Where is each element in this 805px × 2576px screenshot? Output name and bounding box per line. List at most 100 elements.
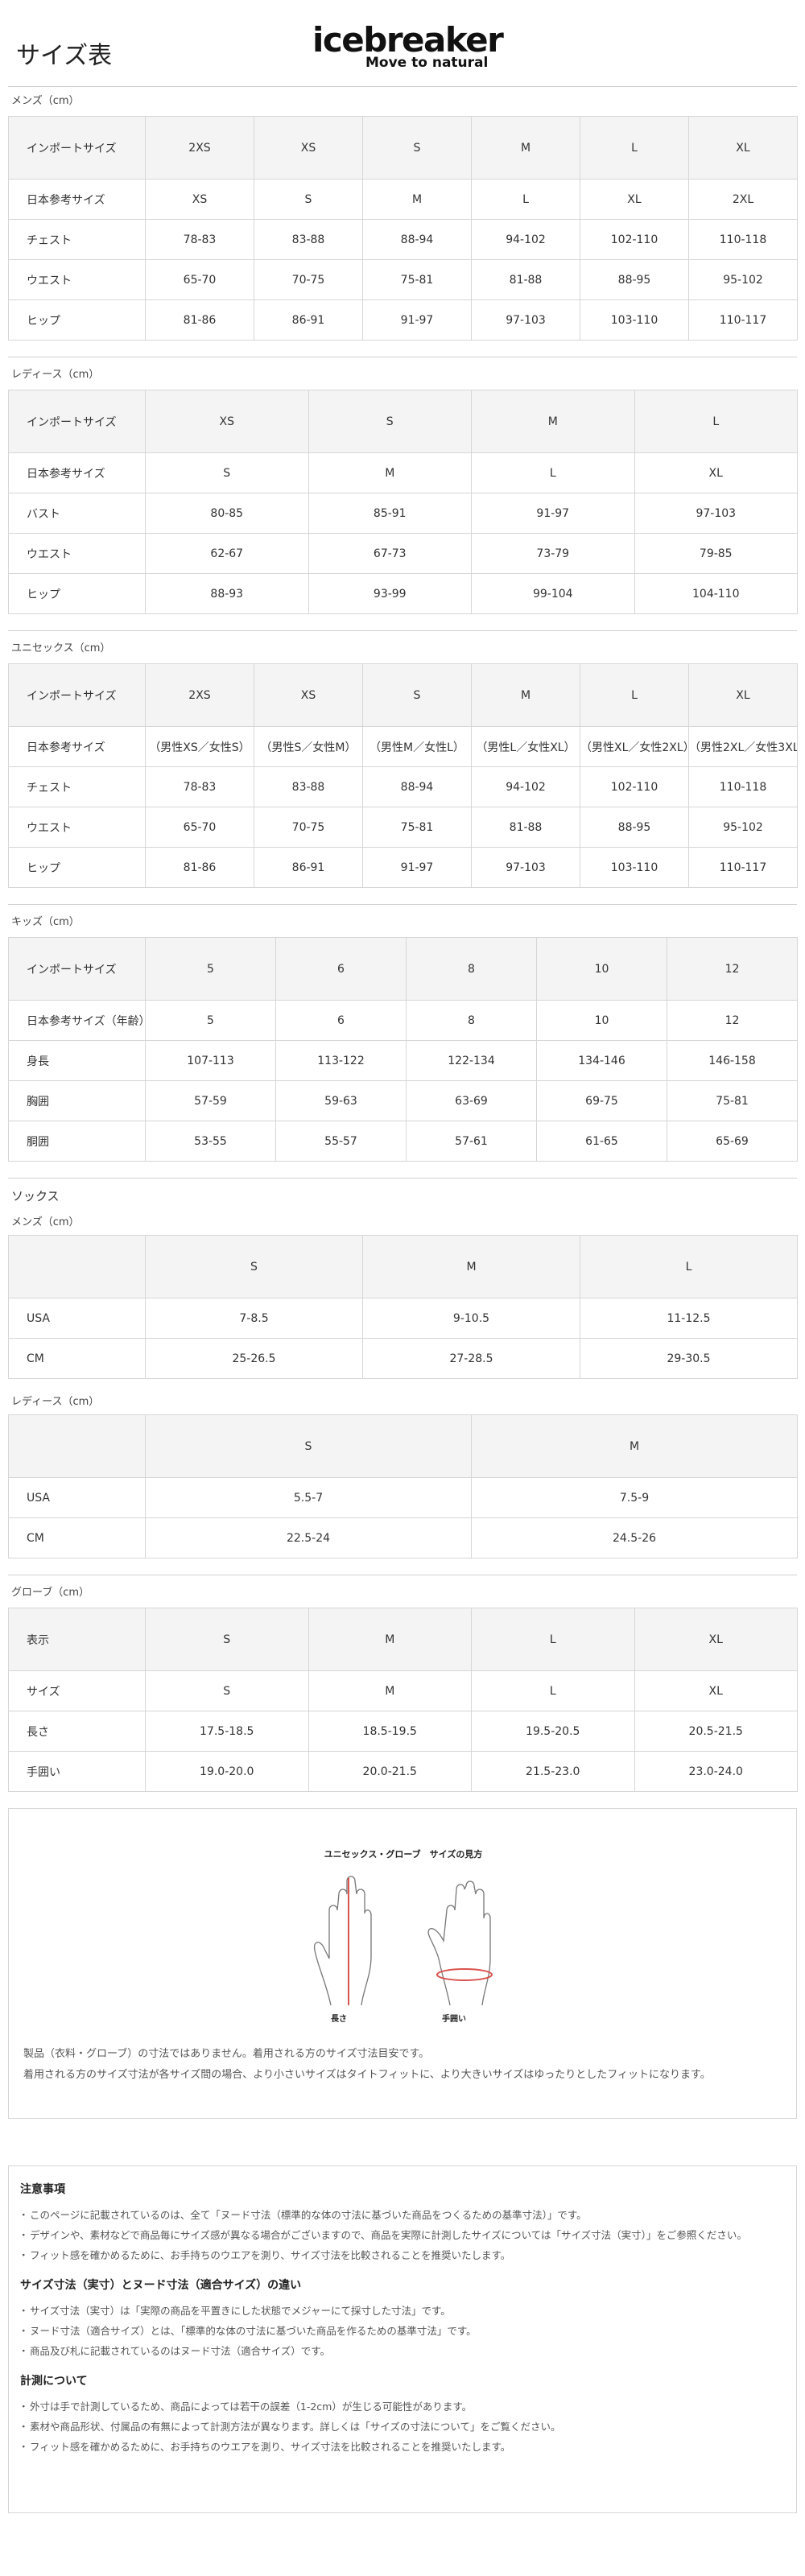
measurement-cell: M xyxy=(362,179,472,220)
header-size-cell: S xyxy=(145,1608,309,1671)
header-size-cell: XS xyxy=(145,390,309,453)
row-label: ウエスト xyxy=(8,259,146,300)
row-label: 身長 xyxy=(8,1040,146,1081)
measurement-cell: 24.5-26 xyxy=(471,1517,798,1558)
measurement-cell: 5.5-7 xyxy=(145,1477,472,1518)
header-size-cell: 2XS xyxy=(145,663,254,727)
measurement-cell: 91-97 xyxy=(471,493,635,534)
note-item: 外寸は手で計測しているため、商品によっては若干の誤差（1-2cm）が生じる可能性… xyxy=(19,2396,785,2417)
socks-ladies-header-row: SM xyxy=(8,1414,798,1478)
glove-illustration-title: ユニセックス・グローブ サイズの見方 xyxy=(324,1849,483,1860)
notes-heading-difference: サイズ寸法（実寸）とヌード寸法（適合サイズ）の違い xyxy=(20,2279,302,2292)
measurement-cell: 88-93 xyxy=(145,573,309,614)
measurement-cell: 102-110 xyxy=(580,766,689,807)
measurement-cell: 17.5-18.5 xyxy=(145,1711,309,1752)
measurement-cell: 69-75 xyxy=(536,1080,667,1121)
measurement-cell: 113-122 xyxy=(275,1040,407,1081)
mens-size-table: インポートサイズ 2XS XS S M L XL 日本参考サイズ XS S M L XL 2XL チェスト 7… xyxy=(8,116,798,341)
table-row: 日本参考サイズ XS S M L XL 2XL xyxy=(8,179,798,220)
header-size-cell: M xyxy=(471,1414,798,1478)
size-chart-page: サイズ表 icebreaker Move to natural メンズ（cm） … xyxy=(0,0,805,2513)
header-row-label: インポートサイズ xyxy=(8,390,146,453)
measurement-cell: （男性S／女性M） xyxy=(254,726,363,767)
note-item: サイズ寸法（実寸）は「実際の商品を平置きにした状態でメジャーにて採寸した寸法」で… xyxy=(19,2301,785,2321)
measurement-cell: 88-95 xyxy=(580,259,689,300)
row-label: 日本参考サイズ（年齢） xyxy=(8,1000,146,1041)
header-size-cell: XS xyxy=(254,116,363,180)
measurement-cell: 10 xyxy=(536,1000,667,1041)
socks-mens-header-row: SML xyxy=(8,1235,798,1298)
measurement-cell: 11-12.5 xyxy=(580,1298,798,1339)
measurement-cell: 88-94 xyxy=(362,766,472,807)
note-item: 商品及び札に記載されているのはヌード寸法（適合サイズ）です。 xyxy=(19,2341,785,2361)
measurement-cell: 85-91 xyxy=(308,493,472,534)
header-size-cell: XS xyxy=(254,663,363,727)
table-row: 身長 107-113 113-122 122-134 134-146 146-158 xyxy=(8,1040,798,1081)
table-row: ヒップ 88-93 93-99 99-104 104-110 xyxy=(8,573,798,614)
measurement-cell: L xyxy=(471,1670,635,1711)
measurement-cell: 91-97 xyxy=(362,847,472,888)
measurement-cell: 110-118 xyxy=(688,219,798,260)
notes-heading-measuring: 計測について xyxy=(20,2375,88,2388)
page-header: サイズ表 icebreaker Move to natural xyxy=(8,0,797,87)
header-size-cell: XL xyxy=(688,116,798,180)
header-row-label xyxy=(8,1235,146,1298)
header-size-cell: 12 xyxy=(667,937,798,1001)
measurement-cell: 7.5-9 xyxy=(471,1477,798,1518)
measurement-cell: （男性L／女性XL） xyxy=(471,726,580,767)
measurement-cell: 65-70 xyxy=(145,807,254,848)
mens-section-label: メンズ（cm） xyxy=(11,95,80,107)
measurement-cell: （男性2XL／女性3XL） xyxy=(688,726,798,767)
measurement-cell: 95-102 xyxy=(688,259,798,300)
note-item: 素材や商品形状、付属品の有無によって計測方法が異なります。詳しくは「サイズの寸法… xyxy=(19,2417,785,2437)
table-row: 日本参考サイズ （男性XS／女性S） （男性S／女性M） （男性M／女性L） （男性L／… xyxy=(8,726,798,767)
gloves-section-label: グローブ（cm） xyxy=(11,1587,90,1599)
header-size-cell: M xyxy=(471,390,635,453)
measurement-cell: S xyxy=(145,452,309,493)
measurement-cell: 81-88 xyxy=(471,259,580,300)
measurement-cell: 2XL xyxy=(688,179,798,220)
measurement-cell: 22.5-24 xyxy=(145,1517,472,1558)
page-title: サイズ表 xyxy=(16,42,113,70)
measurement-cell: 57-59 xyxy=(145,1080,276,1121)
table-row: ウエスト 62-67 67-73 73-79 79-85 xyxy=(8,533,798,574)
measurement-cell: 103-110 xyxy=(580,847,689,888)
measurement-cell: 25-26.5 xyxy=(145,1338,363,1379)
hand-wrist-icon xyxy=(427,1880,491,2006)
logo-wordmark: icebreaker xyxy=(312,20,504,60)
mens-header-row: インポートサイズ 2XS XS S M L XL xyxy=(8,116,798,180)
header-size-cell: L xyxy=(580,116,689,180)
measurement-cell: 19.0-20.0 xyxy=(145,1751,309,1792)
measurement-cell: M xyxy=(308,1670,472,1711)
measurement-cell: 83-88 xyxy=(254,219,363,260)
row-label: USA xyxy=(8,1298,146,1339)
measurement-cell: 61-65 xyxy=(536,1121,667,1162)
row-label: USA xyxy=(8,1477,146,1518)
measurement-cell: 79-85 xyxy=(634,533,798,574)
note-item: フィット感を確かめるために、お手持ちのウエアを測り、サイズ寸法を比較されることを… xyxy=(19,2437,785,2457)
measurement-cell: 103-110 xyxy=(580,299,689,341)
measurement-cell: 78-83 xyxy=(145,766,254,807)
header-size-cell: 10 xyxy=(536,937,667,1001)
row-label: ウエスト xyxy=(8,533,146,574)
measurement-cell: 81-86 xyxy=(145,299,254,341)
measurement-cell: 110-117 xyxy=(688,299,798,341)
wrist-measure-line xyxy=(436,1968,493,1981)
row-label: サイズ xyxy=(8,1670,146,1711)
socks-ladies-table: S M USA 5.5-7 7.5-9 CM 22.5-24 24.5-26 xyxy=(8,1414,798,1558)
table-row: 胴囲 53-55 55-57 57-61 61-65 65-69 xyxy=(8,1121,798,1162)
row-label: 胴囲 xyxy=(8,1121,146,1162)
measurement-cell: 104-110 xyxy=(634,573,798,614)
ladies-section-label: レディース（cm） xyxy=(11,369,100,381)
measurement-cell: 20.5-21.5 xyxy=(634,1711,798,1752)
row-label: バスト xyxy=(8,493,146,534)
hand-length-icon xyxy=(313,1876,372,2006)
measurement-cell: 80-85 xyxy=(145,493,309,534)
socks-section-label: ソックス xyxy=(11,1189,60,1203)
measurement-cell: 97-103 xyxy=(471,299,580,341)
row-label: 日本参考サイズ xyxy=(8,726,146,767)
measurement-cell: 73-79 xyxy=(471,533,635,574)
measurement-cell: 62-67 xyxy=(145,533,309,574)
measurement-cell: 102-110 xyxy=(580,219,689,260)
measurement-cell: 86-91 xyxy=(254,847,363,888)
